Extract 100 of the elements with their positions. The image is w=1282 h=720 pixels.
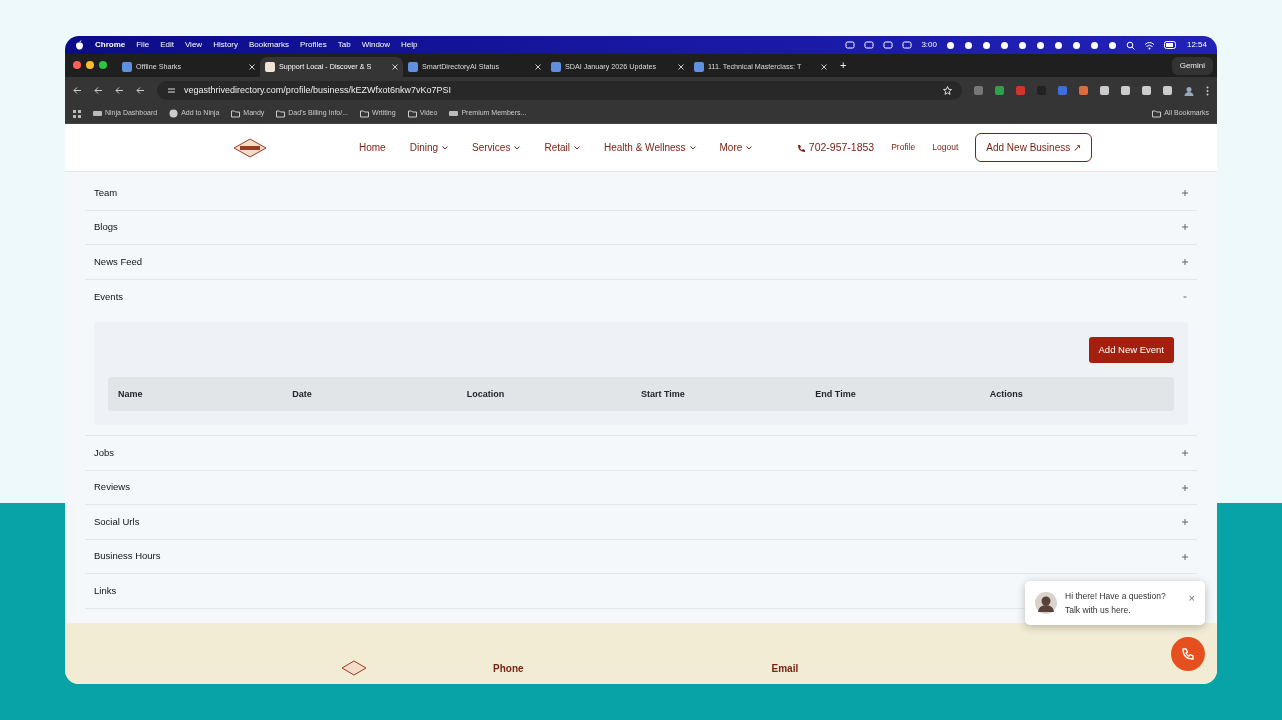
- folder-icon: [231, 109, 241, 118]
- apple-icon[interactable]: [75, 40, 84, 50]
- column-header: Location: [466, 387, 506, 401]
- footer-heading: Email: [771, 662, 799, 676]
- close-icon[interactable]: [249, 64, 255, 70]
- footer-heading: Phone: [493, 662, 524, 676]
- logout-link[interactable]: Logout: [932, 141, 959, 154]
- phone-number[interactable]: 702-957-1853: [808, 139, 875, 156]
- status-icon[interactable]: [845, 40, 856, 50]
- folder-icon: [407, 109, 417, 118]
- logo-icon[interactable]: [233, 136, 267, 159]
- accordion-header[interactable]: Blogs: [85, 210, 1197, 245]
- favicon-icon: [265, 62, 275, 72]
- status-icon[interactable]: [864, 40, 875, 50]
- battery-icon[interactable]: [1163, 41, 1178, 49]
- folder-icon: [360, 109, 369, 118]
- folder-icon: [276, 109, 286, 118]
- chevron-down-icon[interactable]: [574, 145, 580, 150]
- favicon-icon: [408, 62, 418, 72]
- menu-item[interactable]: Edit: [160, 39, 174, 51]
- menu-item[interactable]: View: [184, 39, 203, 51]
- search-icon[interactable]: [1125, 40, 1135, 50]
- extension-icon[interactable]: [1163, 86, 1172, 95]
- accordion-header[interactable]: Events: [85, 279, 1197, 314]
- menu-item[interactable]: Window: [361, 39, 391, 51]
- column-header: Name: [118, 387, 144, 401]
- timer-text[interactable]: 3:00: [921, 39, 937, 51]
- extension-icon[interactable]: [1121, 86, 1130, 95]
- section-title: Social Urls: [94, 514, 140, 529]
- section-title: Blogs: [94, 220, 118, 235]
- chat-popup[interactable]: Hi there! Have a question? Talk with us here. ×: [1025, 580, 1205, 625]
- globe-icon: [169, 109, 179, 118]
- column-header: Actions: [989, 387, 1024, 401]
- section-title: Jobs: [94, 445, 115, 460]
- menu-item[interactable]: File: [136, 39, 150, 51]
- favicon-icon: [122, 62, 132, 72]
- section-title: Business Hours: [94, 549, 161, 564]
- new-tab-button[interactable]: +: [840, 57, 847, 74]
- chevron-down-icon[interactable]: [514, 145, 521, 150]
- clock-text: 12:54: [1186, 39, 1207, 51]
- nav-dropdown[interactable]: Services: [472, 140, 511, 155]
- profile-link[interactable]: Profile: [891, 141, 916, 154]
- section-title: Links: [94, 583, 117, 598]
- avatar-icon[interactable]: [1184, 85, 1194, 96]
- chevron-down-icon[interactable]: [442, 145, 449, 150]
- close-icon[interactable]: [535, 64, 541, 70]
- add-event-button[interactable]: Add New Event: [1088, 337, 1174, 364]
- plus-icon[interactable]: [1182, 484, 1188, 491]
- close-icon[interactable]: [392, 64, 398, 70]
- plus-icon[interactable]: [1182, 189, 1188, 196]
- plus-icon[interactable]: [1182, 258, 1188, 265]
- menu-item[interactable]: Tab: [337, 39, 351, 51]
- menu-item[interactable]: Bookmarks: [249, 39, 290, 51]
- accordion-header[interactable]: Social Urls: [85, 505, 1197, 540]
- menu-item[interactable]: History: [213, 39, 238, 51]
- status-icon[interactable]: [902, 40, 913, 50]
- zoom-button[interactable]: [99, 61, 107, 69]
- close-button[interactable]: [73, 61, 81, 69]
- plus-icon[interactable]: [1182, 553, 1188, 560]
- nav-dropdown[interactable]: Retail: [544, 140, 570, 155]
- bookmark-star-icon[interactable]: [943, 86, 952, 95]
- close-icon[interactable]: [678, 64, 684, 70]
- favicon-icon: [694, 62, 704, 72]
- accordion-header[interactable]: Jobs: [85, 436, 1197, 471]
- menu-item[interactable]: Help: [401, 39, 418, 51]
- app-menu[interactable]: Chrome: [95, 39, 126, 51]
- site-info-icon[interactable]: [167, 86, 176, 95]
- plus-icon[interactable]: [1182, 450, 1188, 456]
- close-icon[interactable]: [821, 64, 827, 70]
- section-title: News Feed: [94, 254, 143, 269]
- minimize-button[interactable]: [86, 61, 94, 69]
- accordion-header[interactable]: Reviews: [85, 470, 1197, 506]
- wifi-icon[interactable]: [1143, 40, 1155, 50]
- accordion-header[interactable]: Team: [85, 176, 1197, 211]
- plus-icon[interactable]: [1182, 519, 1188, 525]
- phone-icon: [796, 143, 805, 152]
- add-business-button[interactable]: Add New Business ↗: [975, 133, 1092, 162]
- status-icon[interactable]: [883, 40, 894, 50]
- nav-dropdown[interactable]: Health & Wellness: [604, 140, 686, 155]
- plus-icon[interactable]: [1182, 224, 1188, 231]
- extension-icon[interactable]: [1100, 86, 1109, 95]
- column-header: Date: [292, 387, 313, 401]
- url-text: vegasthrivedirectory.com/profile/business/kEZWfxot6nkw7vKo7PSI: [184, 83, 452, 97]
- chevron-down-icon[interactable]: [746, 145, 753, 150]
- menu-item[interactable]: Profiles: [300, 39, 327, 51]
- logo-icon[interactable]: [341, 660, 367, 676]
- gemini-button[interactable]: Gemini: [1171, 56, 1213, 75]
- address-bar[interactable]: vegasthrivedirectory.com/profile/business/kEZWfxot6nkw7vKo7PSI: [157, 81, 962, 100]
- nav-dropdown[interactable]: More: [719, 140, 743, 155]
- favicon-icon: [93, 109, 102, 118]
- nav-dropdown[interactable]: Dining: [409, 140, 439, 155]
- chevron-down-icon[interactable]: [689, 145, 696, 150]
- back-icon[interactable]: [73, 86, 82, 95]
- menu-icon[interactable]: [1206, 85, 1209, 96]
- accordion-header[interactable]: Business Hours: [85, 539, 1197, 575]
- extension-icon[interactable]: [1142, 86, 1151, 95]
- avatar-icon: [1035, 591, 1057, 614]
- apps-icon[interactable]: [73, 109, 81, 118]
- nav-link[interactable]: Home: [359, 140, 386, 155]
- accordion-header[interactable]: News Feed: [85, 245, 1197, 280]
